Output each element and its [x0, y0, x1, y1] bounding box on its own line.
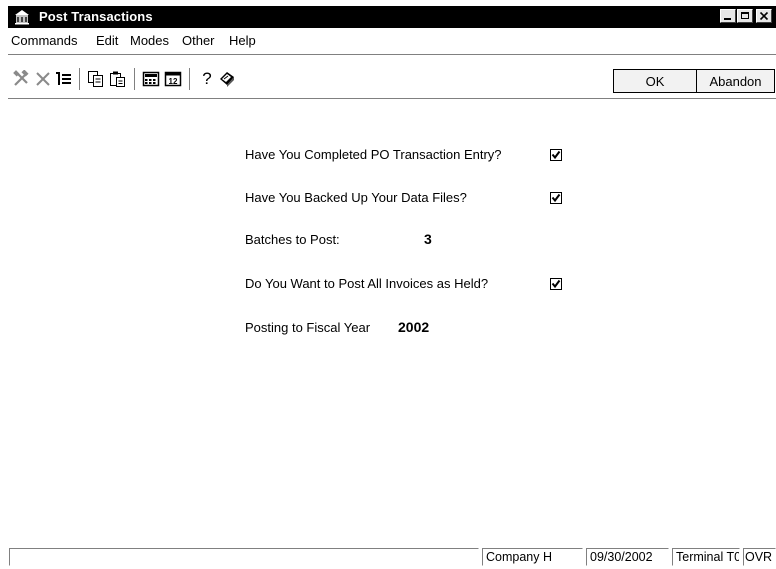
ok-button[interactable]: OK: [613, 69, 697, 93]
list-icon[interactable]: [55, 70, 73, 88]
fiscal-year-label: Posting to Fiscal Year: [245, 320, 371, 335]
close-icon: [759, 11, 769, 21]
minimize-icon: [724, 18, 731, 20]
menu-bar: Commands Edit Modes Other Help: [8, 30, 776, 50]
status-message: [9, 548, 479, 566]
maximize-icon: [741, 12, 749, 19]
check-icon: [551, 279, 561, 289]
copy-icon[interactable]: [87, 70, 105, 88]
menu-help[interactable]: Help: [229, 33, 256, 48]
status-company: Company H: [482, 548, 583, 566]
menu-commands[interactable]: Commands: [11, 33, 77, 48]
backed-up-label: Have You Backed Up Your Data Files?: [245, 190, 467, 205]
status-date: 09/30/2002: [586, 548, 669, 566]
menu-divider-highlight: [8, 55, 776, 56]
backed-up-checkbox[interactable]: [550, 192, 562, 204]
window-title: Post Transactions: [39, 9, 153, 24]
delete-icon[interactable]: [34, 70, 52, 88]
menu-other[interactable]: Other: [182, 33, 215, 48]
toolbar-separator: [189, 68, 191, 90]
post-held-checkbox[interactable]: [550, 278, 562, 290]
batches-label: Batches to Post:: [245, 232, 340, 247]
toolbar-divider-highlight: [8, 99, 776, 100]
check-icon: [551, 150, 561, 160]
title-bar[interactable]: Post Transactions: [8, 6, 776, 28]
help-icon[interactable]: ?: [198, 70, 216, 88]
status-terminal: Terminal T000: [672, 548, 740, 566]
book-icon[interactable]: [218, 70, 236, 88]
fiscal-year-value: 2002: [398, 319, 430, 335]
toolbar: 12 ? OK Abandon: [8, 61, 776, 95]
maximize-button[interactable]: [737, 9, 753, 23]
check-icon: [551, 193, 561, 203]
menu-modes[interactable]: Modes: [130, 33, 169, 48]
completed-po-label: Have You Completed PO Transaction Entry?: [245, 147, 502, 162]
building-icon: [14, 9, 30, 25]
toolbar-separator: [79, 68, 81, 90]
batches-value: 3: [424, 231, 432, 247]
status-bar: Company H 09/30/2002 Terminal T000 OVR: [8, 544, 776, 569]
post-transactions-window: Post Transactions Commands Edit Modes Ot…: [8, 6, 776, 569]
close-button[interactable]: [756, 9, 772, 23]
paste-icon[interactable]: [109, 70, 127, 88]
completed-po-checkbox[interactable]: [550, 149, 562, 161]
calculator-icon[interactable]: [142, 70, 160, 88]
post-held-label: Do You Want to Post All Invoices as Held…: [245, 276, 489, 291]
abandon-button[interactable]: Abandon: [696, 69, 775, 93]
calendar-icon[interactable]: 12: [164, 70, 182, 88]
minimize-button[interactable]: [720, 9, 736, 23]
status-mode: OVR: [743, 548, 776, 566]
menu-edit[interactable]: Edit: [96, 33, 118, 48]
tools-icon[interactable]: [12, 69, 30, 88]
toolbar-separator: [134, 68, 136, 90]
svg-text:12: 12: [169, 77, 178, 86]
